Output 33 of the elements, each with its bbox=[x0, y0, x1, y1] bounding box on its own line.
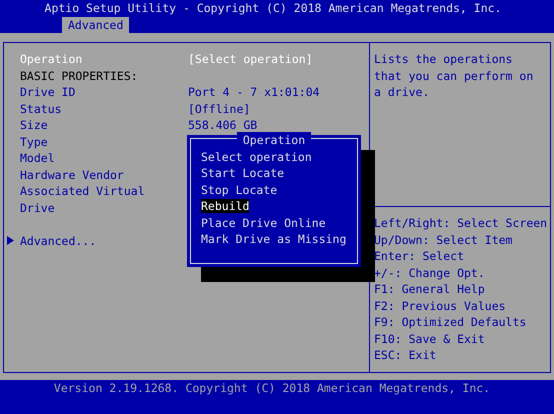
key-hint: ESC: Exit bbox=[374, 347, 438, 364]
menu-option[interactable]: Rebuild bbox=[201, 199, 250, 213]
submenu-link[interactable]: Advanced... bbox=[20, 232, 170, 249]
key-hint: Left/Right: Select Screen bbox=[374, 215, 548, 232]
tab[interactable]: Advanced bbox=[62, 17, 130, 33]
key-hint: F2: Previous Values bbox=[374, 298, 507, 314]
menu-option[interactable]: Mark Drive as Missing bbox=[201, 232, 346, 246]
key-hint: Enter: Select bbox=[374, 248, 466, 264]
property-label: Drive ID bbox=[20, 84, 76, 100]
menu-option[interactable]: Start Locate bbox=[201, 166, 284, 180]
window-title: Aptio Setup Utility - Copyright (C) 2018 American Megatrends, Inc. bbox=[44, 0, 502, 17]
property-value: Port 4 - 7 x1:01:04 bbox=[188, 84, 320, 100]
property-label: Associated Virtual Drive bbox=[20, 183, 146, 216]
menu-option[interactable]: Select operation bbox=[201, 150, 312, 164]
property-label: Model bbox=[20, 150, 56, 166]
key-hint: F9: Optimized Defaults bbox=[374, 314, 528, 330]
key-hint: F1: General Help bbox=[374, 281, 486, 298]
key-hint: F10: Save & Exit bbox=[374, 330, 486, 347]
section-heading: BASIC PROPERTIES: bbox=[20, 68, 138, 84]
property-label: Status bbox=[20, 100, 63, 117]
menu-option[interactable]: Place Drive Online bbox=[201, 216, 326, 230]
key-hint: Up/Down: Select Item bbox=[374, 232, 514, 248]
key-hint: +/-: Change Opt. bbox=[374, 264, 486, 281]
menu-option[interactable]: Stop Locate bbox=[201, 182, 278, 196]
version-text: Version 2.19.1268. Copyright (C) 2018 American Megatrends, Inc. bbox=[52, 380, 492, 397]
property-label: Size bbox=[20, 117, 49, 134]
triangle-icon bbox=[7, 236, 14, 246]
help-text: Lists the operations that you can perform on a drive. bbox=[370, 43, 550, 207]
property-value: 558.406 GB bbox=[188, 117, 258, 134]
property-value: [Offline] bbox=[188, 100, 250, 117]
property-label: Hardware Vendor bbox=[20, 166, 125, 183]
property-label: Type bbox=[20, 134, 49, 150]
popup-title: Operation bbox=[236, 132, 312, 148]
